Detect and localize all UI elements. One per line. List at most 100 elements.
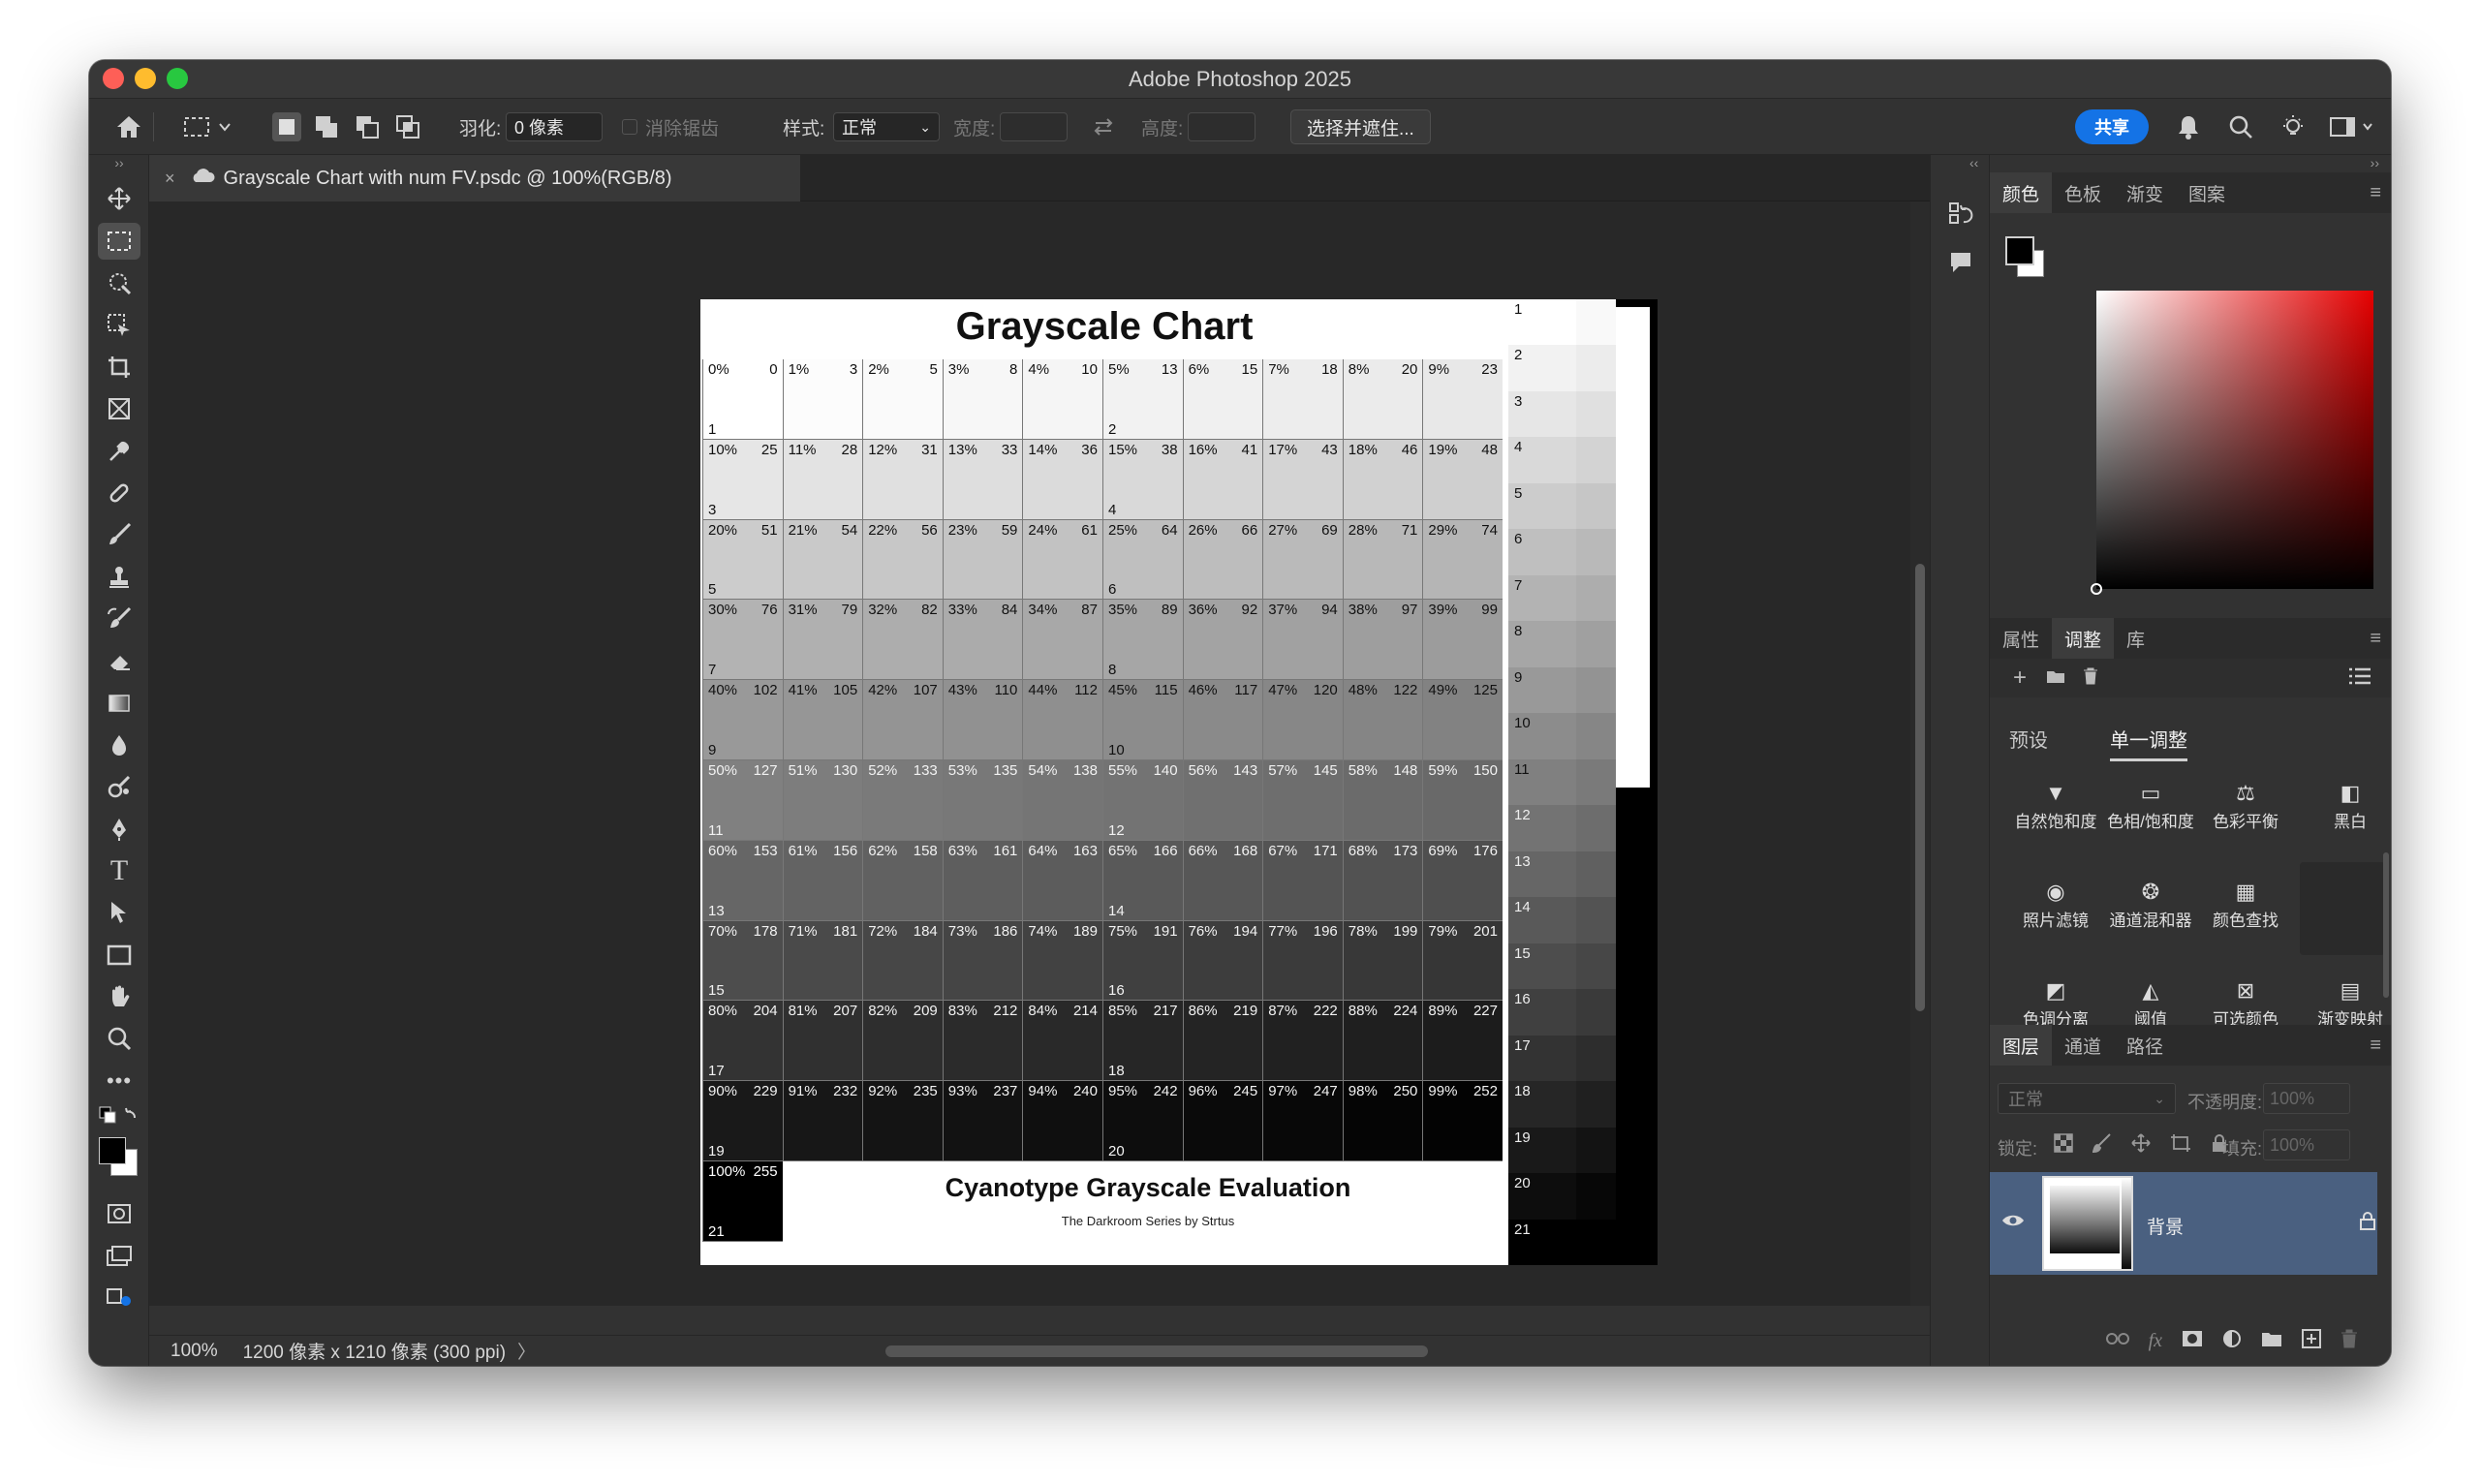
color-field-picker[interactable] — [2091, 291, 2373, 595]
blur-tool-icon[interactable] — [98, 727, 140, 763]
select-and-mask-button[interactable]: 选择并遮住... — [1290, 109, 1431, 144]
adjustments-scroll-thumb[interactable] — [2383, 852, 2389, 998]
home-icon[interactable] — [112, 99, 145, 155]
feather-input[interactable]: 0 像素 — [506, 112, 603, 141]
vertical-scroll-thumb[interactable] — [1915, 564, 1925, 1011]
tab-swatches[interactable]: 色板 — [2052, 172, 2114, 213]
trash-icon[interactable] — [2083, 667, 2098, 690]
add-icon[interactable]: + — [2013, 665, 2027, 692]
tab-channels[interactable]: 通道 — [2052, 1025, 2114, 1066]
adjustment-selective-color[interactable]: ⊠ 可选颜色 — [2193, 978, 2298, 1030]
foreground-color-swatch[interactable] — [99, 1137, 126, 1164]
layer-effects-icon[interactable]: fx — [2149, 1330, 2162, 1352]
tab-single-adjustment[interactable]: 单一调整 — [2110, 725, 2187, 761]
search-icon[interactable] — [2224, 99, 2257, 155]
move-tool-icon[interactable] — [98, 180, 140, 217]
opacity-input[interactable]: 100% — [2263, 1083, 2350, 1114]
brush-tool-icon[interactable] — [98, 516, 140, 553]
document-canvas[interactable]: Grayscale Chart 0% 0 1 1% 3 2% 5 3% 8 4% 10 5% 13 2 6%… — [700, 299, 1658, 1265]
layer-name[interactable]: 背景 — [2147, 1213, 2184, 1239]
eyedropper-tool-icon[interactable] — [98, 433, 140, 470]
adjustment-black-white[interactable]: ◧ 黑白 — [2298, 781, 2391, 832]
adjustment-color-balance[interactable]: ⚖ 色彩平衡 — [2193, 781, 2298, 832]
swap-dimensions-icon[interactable] — [1087, 99, 1120, 155]
pen-tool-icon[interactable] — [98, 811, 140, 848]
gradient-tool-icon[interactable] — [98, 685, 140, 722]
layer-row-background[interactable]: 背景 — [1990, 1172, 2377, 1275]
adjustment-color-lookup[interactable]: ▦ 颜色查找 — [2193, 880, 2298, 931]
adjustment-layer-icon[interactable] — [2222, 1329, 2242, 1353]
intersect-selection-icon[interactable] — [391, 99, 424, 155]
hand-tool-icon[interactable] — [98, 978, 140, 1015]
tab-layers[interactable]: 图层 — [1990, 1025, 2053, 1066]
subtract-selection-icon[interactable] — [351, 99, 384, 155]
frame-tool-icon[interactable] — [98, 390, 140, 427]
new-selection-icon[interactable] — [269, 99, 304, 155]
fill-input[interactable]: 100% — [2263, 1129, 2350, 1160]
tab-adjustments[interactable]: 调整 — [2052, 618, 2115, 659]
new-layer-icon[interactable] — [2302, 1328, 2321, 1353]
adjustment-vibrance[interactable]: ▼ 自然饱和度 — [2003, 781, 2108, 832]
list-view-icon[interactable] — [2348, 666, 2372, 691]
more-tools-icon[interactable]: ••• — [98, 1063, 140, 1099]
tab-paths[interactable]: 路径 — [2114, 1025, 2176, 1066]
adjustments-panel-menu-icon[interactable]: ≡ — [2370, 628, 2381, 650]
quick-mask-icon[interactable] — [98, 1195, 140, 1232]
vertical-scrollbar[interactable] — [1910, 201, 1930, 1306]
healing-brush-tool-icon[interactable] — [98, 475, 140, 511]
tab-gradients[interactable]: 渐变 — [2114, 172, 2176, 213]
panel-foreground-swatch[interactable] — [2005, 236, 2034, 265]
rectangular-marquee-tool-icon[interactable] — [98, 223, 140, 260]
blend-mode-select[interactable]: 正常 ⌄ — [1998, 1083, 2176, 1114]
zoom-tool-icon[interactable] — [98, 1020, 140, 1057]
width-input[interactable] — [1000, 112, 1068, 141]
document-info[interactable]: 1200 像素 x 1210 像素 (300 ppi) — [243, 1338, 506, 1364]
horizontal-scroll-thumb[interactable] — [885, 1345, 1428, 1357]
default-colors-icon[interactable] — [98, 1102, 140, 1128]
comments-panel-icon[interactable] — [1944, 246, 1977, 279]
object-selection-tool-icon[interactable] — [98, 307, 140, 344]
edit-toolbar-icon[interactable] — [98, 1279, 140, 1315]
close-tab-icon[interactable]: × — [165, 169, 175, 189]
quick-selection-tool-icon[interactable] — [98, 264, 140, 301]
collapse-right-icon[interactable]: ›› — [2371, 155, 2379, 170]
notification-bell-icon[interactable] — [2172, 99, 2205, 155]
eraser-tool-icon[interactable] — [98, 642, 140, 679]
dodge-tool-icon[interactable] — [98, 768, 140, 805]
adjustment-channel-mixer[interactable]: ❂ 通道混和器 — [2098, 880, 2203, 931]
layers-panel-menu-icon[interactable]: ≡ — [2370, 1035, 2381, 1057]
screen-mode-icon[interactable] — [98, 1238, 140, 1275]
tab-libraries[interactable]: 库 — [2114, 618, 2157, 659]
adjustment-posterize[interactable]: ◩ 色调分离 — [2003, 978, 2108, 1030]
tab-patterns[interactable]: 图案 — [2176, 172, 2238, 213]
clone-stamp-tool-icon[interactable] — [98, 559, 140, 596]
layer-visibility-eye-icon[interactable] — [2001, 1213, 2025, 1233]
tab-properties[interactable]: 属性 — [1990, 618, 2052, 659]
tab-color[interactable]: 颜色 — [1990, 172, 2053, 213]
type-tool-icon[interactable]: T — [98, 852, 140, 889]
marquee-preset-picker[interactable] — [182, 99, 236, 155]
lock-pixels-icon[interactable] — [2092, 1133, 2112, 1158]
add-mask-icon[interactable] — [2182, 1330, 2203, 1352]
collapse-toolbar-icon[interactable]: ›› — [98, 155, 140, 170]
history-brush-tool-icon[interactable] — [98, 601, 140, 637]
height-input[interactable] — [1188, 112, 1256, 141]
workspace-switcher-icon[interactable] — [2327, 99, 2375, 155]
adjustment-hue-saturation[interactable]: ▭ 色相/饱和度 — [2098, 781, 2203, 832]
tab-presets[interactable]: 预设 — [2009, 725, 2048, 753]
document-tab[interactable]: × Grayscale Chart with num FV.psdc @ 100… — [149, 155, 800, 201]
adjustment-photo-filter[interactable]: ◉ 照片滤镜 — [2003, 880, 2108, 931]
folder-icon[interactable] — [2046, 668, 2065, 689]
link-layers-icon[interactable] — [2105, 1332, 2129, 1350]
color-picker-cursor[interactable] — [2091, 583, 2102, 595]
antialias-option[interactable]: 消除锯齿 — [622, 99, 719, 155]
close-window-button[interactable] — [103, 68, 124, 89]
crop-tool-icon[interactable] — [98, 349, 140, 386]
chevron-right-icon[interactable]: 〉 — [517, 1338, 536, 1364]
rectangle-tool-icon[interactable] — [98, 937, 140, 974]
adjustment-gradient-map[interactable]: ▤ 渐变映射 — [2298, 978, 2391, 1030]
zoom-window-button[interactable] — [167, 68, 188, 89]
color-panel-menu-icon[interactable]: ≡ — [2370, 182, 2381, 204]
path-selection-tool-icon[interactable] — [98, 894, 140, 931]
lock-transparency-icon[interactable] — [2054, 1133, 2073, 1158]
